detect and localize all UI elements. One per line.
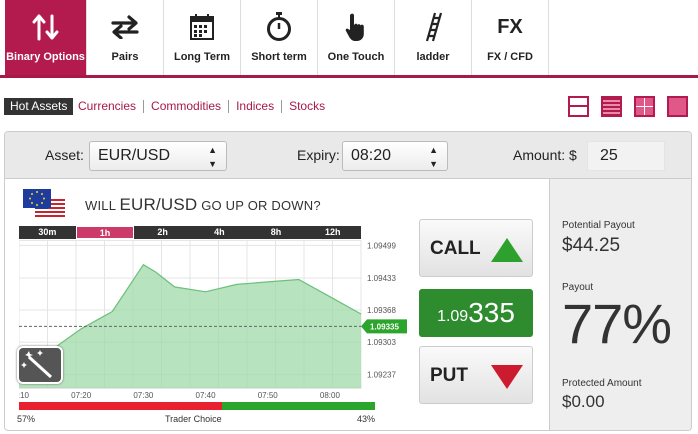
price-prefix: 1.09 <box>437 308 469 325</box>
tab-label: Pairs <box>111 51 139 63</box>
potential-payout-value: $44.25 <box>562 235 621 256</box>
swap-arrows-icon <box>109 12 141 42</box>
y-tick-label: 1.09499 <box>367 241 396 250</box>
timeframe-12h[interactable]: 12h <box>304 226 361 239</box>
indices-link[interactable]: Indices <box>228 100 281 113</box>
x-tick-label: 07:30 <box>133 391 154 400</box>
down-triangle-icon <box>491 365 523 389</box>
expiry-value: 08:20 <box>351 147 392 164</box>
y-tick-label: 1.09368 <box>367 306 396 315</box>
sentiment-up-fill <box>221 402 375 410</box>
put-label: PUT <box>430 365 468 386</box>
amount-label: Amount: $ <box>513 147 577 163</box>
trade-question: WILL EUR/USD GO UP OR DOWN? <box>85 195 321 215</box>
asset-label: Asset: <box>45 147 84 163</box>
put-button[interactable]: PUT <box>419 346 533 404</box>
question-prefix: WILL <box>85 198 116 213</box>
expiry-select[interactable]: 08:20 ▲ ▼ <box>342 141 448 171</box>
price-chart: 1.09499 1.09433 1.09368 1.09303 1.09237 1.093… <box>19 240 407 400</box>
trade-panel: Asset: EUR/USD ▲ ▼ Expiry: 08:20 ▲ ▼ Amount:… <box>4 131 692 431</box>
expiry-label: Expiry: <box>297 147 340 163</box>
x-tick-label: 07:20 <box>71 391 92 400</box>
layout-split-icon[interactable] <box>568 96 589 117</box>
question-asset: EUR/USD <box>119 195 198 214</box>
tab-pairs[interactable]: Pairs <box>87 0 164 75</box>
select-arrows-icon: ▲ ▼ <box>429 145 438 169</box>
timeframe-30m[interactable]: 30m <box>19 226 76 239</box>
amount-input[interactable]: 25 <box>587 141 665 171</box>
y-tick-label: 1.09303 <box>367 338 396 347</box>
y-tick-label: 1.09237 <box>367 371 396 380</box>
commodities-link[interactable]: Commodities <box>143 100 228 113</box>
layout-grid-icon[interactable] <box>634 96 655 117</box>
layout-single-icon[interactable] <box>667 96 688 117</box>
magic-wand-icon[interactable] <box>17 346 63 384</box>
price-big: 335 <box>468 297 515 328</box>
ladder-icon <box>421 12 445 42</box>
protected-amount-label: Protected Amount <box>562 378 642 389</box>
fx-icon: FX <box>497 15 523 38</box>
timeframe-4h[interactable]: 4h <box>191 226 248 239</box>
stopwatch-icon <box>266 12 292 42</box>
call-label: CALL <box>430 238 481 259</box>
x-tick-label: 08:00 <box>320 391 341 400</box>
call-button[interactable]: CALL <box>419 219 533 277</box>
x-tick-label: 07:10 <box>19 391 30 400</box>
trade-settings-bar: Asset: EUR/USD ▲ ▼ Expiry: 08:20 ▲ ▼ Amount:… <box>5 132 691 179</box>
tab-one-touch[interactable]: One Touch <box>318 0 395 75</box>
sentiment-left: 57% <box>17 414 36 424</box>
protected-amount-value: $0.00 <box>562 392 605 411</box>
tab-label: Binary Options <box>6 51 85 63</box>
tab-ladder[interactable]: ladder <box>395 0 472 75</box>
asset-select[interactable]: EUR/USD ▲ ▼ <box>89 141 227 171</box>
payout-sidebar: Potential Payout $44.25 Payout 77% Prote… <box>549 179 691 430</box>
hand-pointer-icon <box>345 12 367 42</box>
tab-binary-options[interactable]: Binary Options <box>5 0 87 75</box>
product-tabs: Binary Options Pairs Long Term Short ter… <box>0 0 698 78</box>
tab-long-term[interactable]: Long Term <box>164 0 241 75</box>
stocks-link[interactable]: Stocks <box>281 100 332 113</box>
up-down-arrows-icon <box>31 12 61 42</box>
tab-label: One Touch <box>327 51 385 63</box>
asset-category-nav: Hot Assets Currencies Commodities Indice… <box>0 94 698 120</box>
x-tick-label: 07:50 <box>258 391 279 400</box>
select-arrows-icon: ▲ ▼ <box>208 145 217 169</box>
currencies-link[interactable]: Currencies <box>78 100 143 113</box>
potential-payout-label: Potential Payout <box>562 220 635 231</box>
sentiment-right: 43% <box>357 414 376 424</box>
layout-list-icon[interactable] <box>601 96 622 117</box>
tab-label: Short term <box>251 51 307 63</box>
sentiment-label: Trader Choice <box>165 414 222 424</box>
timeframe-8h[interactable]: 8h <box>248 226 305 239</box>
tab-label: ladder <box>416 51 450 63</box>
x-tick-label: 07:40 <box>196 391 217 400</box>
tab-fx-cfd[interactable]: FX FX / CFD <box>472 0 549 75</box>
tab-label: FX / CFD <box>487 51 533 63</box>
eu-us-flags-icon <box>21 187 71 224</box>
timeframe-1h[interactable]: 1h <box>75 226 135 239</box>
question-suffix: GO UP OR DOWN? <box>201 198 321 213</box>
y-tick-label: 1.09433 <box>367 274 396 283</box>
hot-assets-tab[interactable]: Hot Assets <box>4 98 74 115</box>
payout-percent: 77% <box>562 292 672 355</box>
tab-short-term[interactable]: Short term <box>241 0 318 75</box>
calendar-icon <box>190 12 214 42</box>
timeframe-2h[interactable]: 2h <box>134 226 191 239</box>
current-price-label: 1.09335 <box>370 322 399 331</box>
current-price: 1.09335 <box>419 289 533 337</box>
tab-label: Long Term <box>173 51 230 63</box>
sentiment-bar <box>19 402 375 410</box>
sentiment-down-fill <box>19 402 222 410</box>
timeframe-selector: 30m 1h 2h 4h 8h 12h <box>19 226 361 239</box>
up-triangle-icon <box>491 238 523 262</box>
asset-value: EUR/USD <box>98 147 171 164</box>
